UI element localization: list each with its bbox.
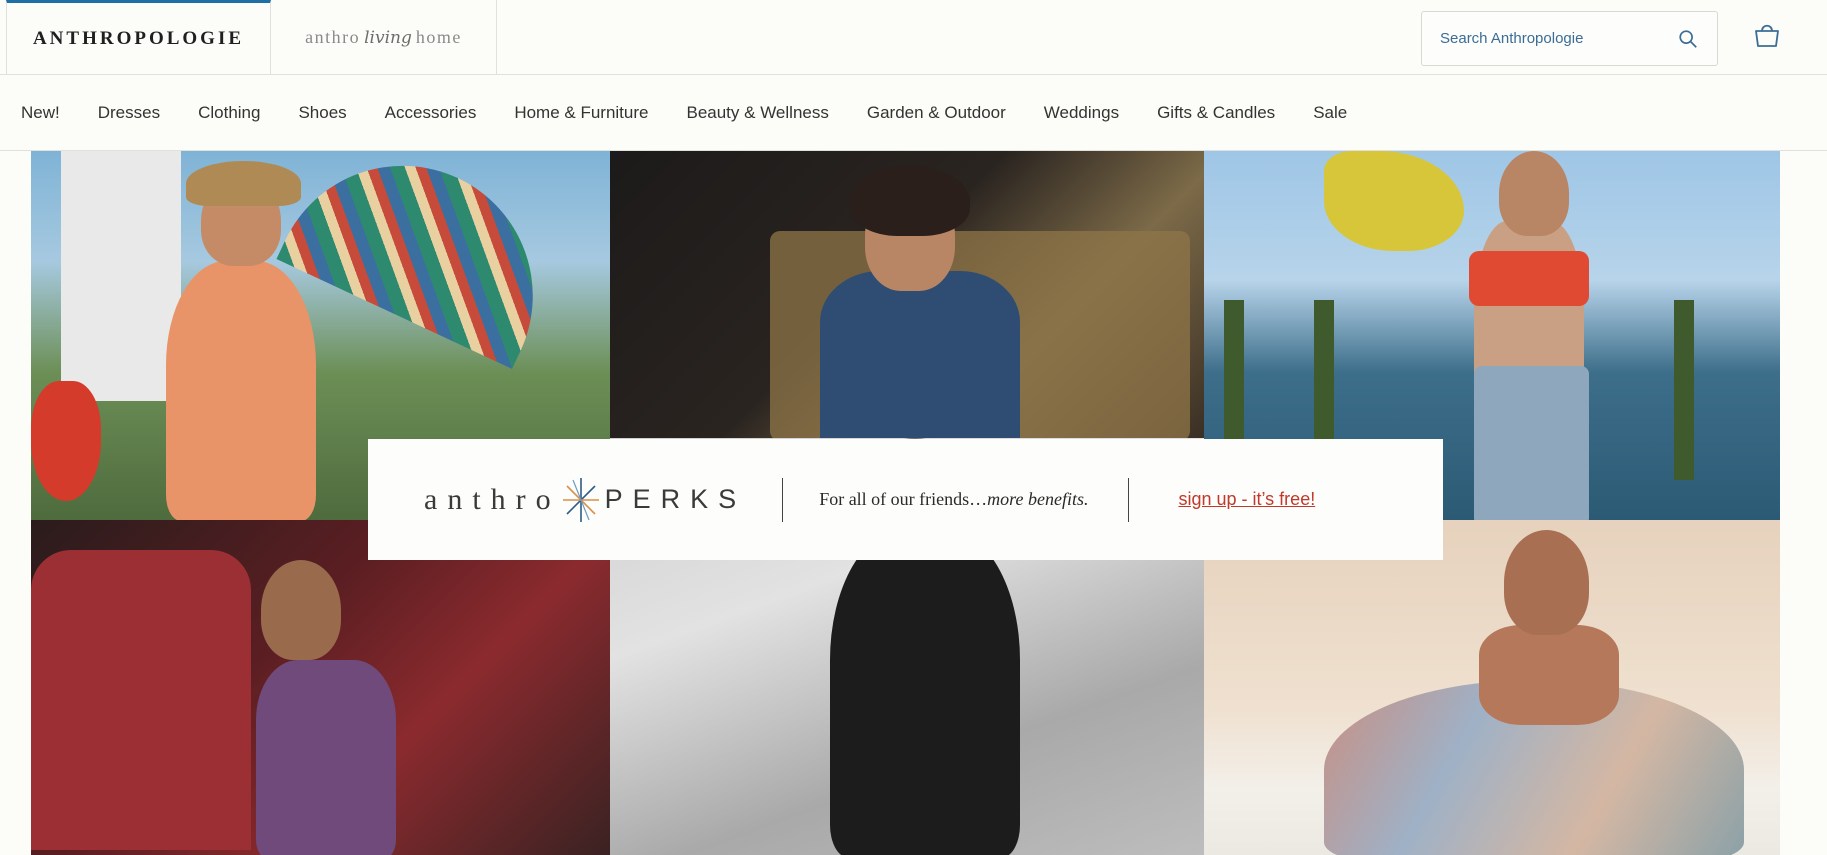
anthro-living-home-tab[interactable]: anthro living home bbox=[271, 0, 497, 75]
anthropologie-logo: ANTHROPOLOGIE bbox=[32, 28, 245, 49]
nav-item-sale[interactable]: Sale bbox=[1313, 103, 1347, 123]
shopping-bag-icon[interactable] bbox=[1752, 20, 1782, 50]
signup-link[interactable]: sign up - it’s free! bbox=[1178, 489, 1315, 510]
search-icon[interactable] bbox=[1677, 28, 1699, 50]
palm-tree-shape bbox=[1674, 300, 1694, 480]
nav-item-gifts-candles[interactable]: Gifts & Candles bbox=[1157, 103, 1275, 123]
jeans-shape bbox=[1474, 366, 1589, 520]
car-seat-shape bbox=[31, 550, 251, 850]
nav-item-home-furniture[interactable]: Home & Furniture bbox=[514, 103, 648, 123]
living-logo-right: home bbox=[415, 27, 462, 47]
bucket-hat-shape bbox=[186, 161, 301, 206]
scarf-shape bbox=[1324, 151, 1464, 251]
banner-divider bbox=[1128, 477, 1130, 522]
search-input[interactable] bbox=[1440, 30, 1677, 47]
beach-umbrella-shape bbox=[276, 151, 576, 369]
nav-item-new[interactable]: New! bbox=[21, 103, 60, 123]
promo-tagline: For all of our friends…more benefits. bbox=[819, 489, 1088, 510]
search-box bbox=[1421, 11, 1718, 66]
banner-divider bbox=[782, 477, 784, 522]
top-header: ANTHROPOLOGIE anthro living home bbox=[0, 0, 1827, 75]
strawberry-shape bbox=[31, 381, 101, 501]
anthroperks-logo: anthro PERKS bbox=[424, 476, 746, 524]
anthroperks-banner: anthro PERKS For all of our friends…more… bbox=[368, 439, 1443, 560]
van-shape bbox=[61, 151, 181, 401]
nav-item-beauty-wellness[interactable]: Beauty & Wellness bbox=[686, 103, 828, 123]
nav-item-dresses[interactable]: Dresses bbox=[98, 103, 160, 123]
promo-tagline-separator: … bbox=[969, 489, 988, 509]
model-figure bbox=[820, 271, 1020, 438]
hero-tile-2[interactable] bbox=[610, 151, 1204, 438]
model-figure bbox=[166, 261, 316, 520]
main-nav: New! Dresses Clothing Shoes Accessories … bbox=[0, 76, 1827, 151]
model-figure bbox=[1479, 625, 1619, 725]
model-head bbox=[1499, 151, 1569, 236]
nav-item-garden-outdoor[interactable]: Garden & Outdoor bbox=[867, 103, 1006, 123]
promo-tagline-emphasis: more benefits. bbox=[987, 489, 1089, 509]
living-logo-left: anthro bbox=[305, 27, 361, 47]
promo-tagline-main: For all of our friends bbox=[819, 489, 970, 509]
starburst-icon bbox=[562, 477, 599, 522]
hero-tile-4[interactable] bbox=[31, 520, 610, 855]
model-figure bbox=[256, 660, 396, 855]
model-head bbox=[1504, 530, 1589, 635]
model-head bbox=[261, 560, 341, 660]
model-hair bbox=[850, 166, 970, 236]
bikini-top-shape bbox=[1469, 251, 1589, 306]
nav-item-weddings[interactable]: Weddings bbox=[1044, 103, 1119, 123]
nav-item-shoes[interactable]: Shoes bbox=[298, 103, 346, 123]
nav-item-clothing[interactable]: Clothing bbox=[198, 103, 260, 123]
anthropologie-brand-tab[interactable]: ANTHROPOLOGIE bbox=[6, 0, 271, 75]
model-figure bbox=[830, 528, 1020, 855]
living-logo-script: living bbox=[364, 27, 412, 48]
nav-item-accessories[interactable]: Accessories bbox=[385, 103, 477, 123]
perks-logo-left: anthro bbox=[424, 482, 561, 516]
hero-tile-6[interactable] bbox=[1204, 520, 1780, 855]
perks-logo-right: PERKS bbox=[604, 484, 747, 514]
